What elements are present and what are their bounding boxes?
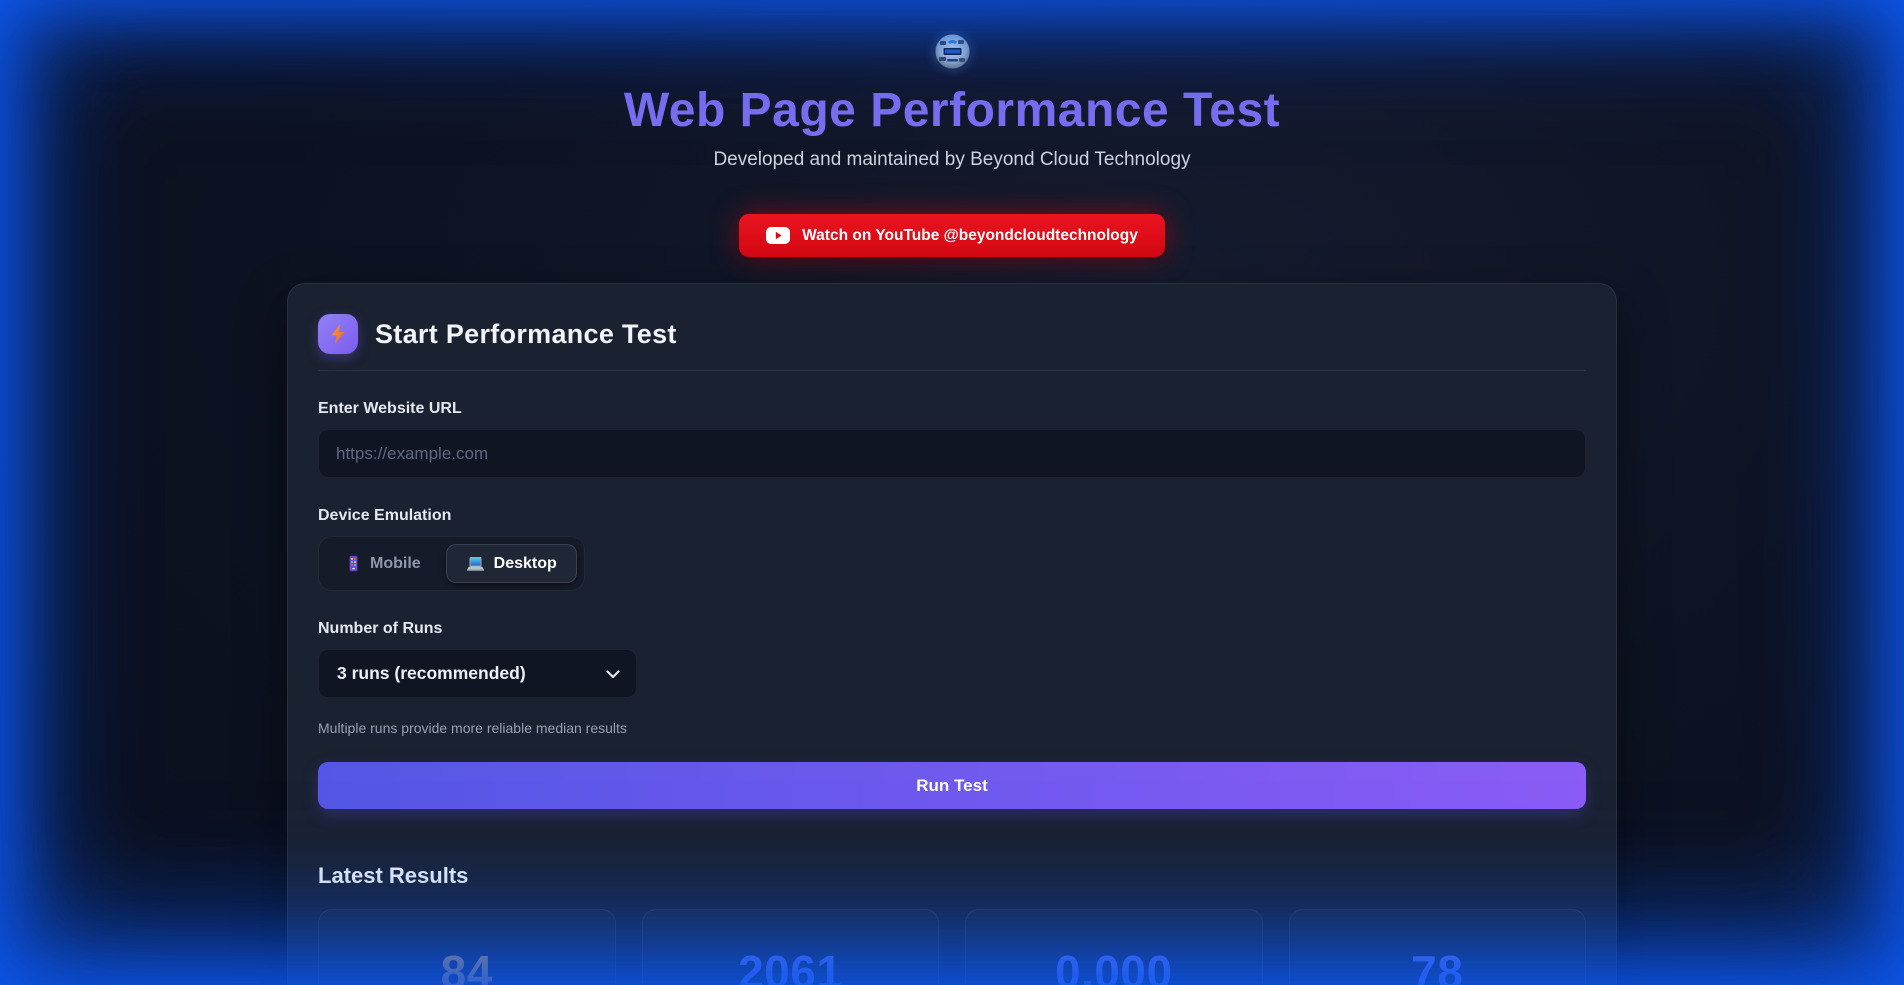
result-card: 2061 bbox=[642, 909, 940, 985]
device-option-mobile[interactable]: Mobile bbox=[326, 544, 441, 583]
runs-label: Number of Runs bbox=[318, 620, 1586, 638]
lightning-bolt-icon bbox=[318, 314, 358, 354]
result-value: 84 bbox=[319, 945, 615, 985]
chevron-down-icon bbox=[606, 663, 620, 684]
result-value: 2061 bbox=[643, 945, 939, 985]
laptop-icon bbox=[466, 556, 485, 572]
url-input[interactable] bbox=[318, 429, 1586, 478]
result-card: 78 bbox=[1289, 909, 1587, 985]
result-value: 78 bbox=[1290, 945, 1586, 985]
device-option-desktop[interactable]: Desktop bbox=[446, 544, 577, 583]
latest-results-heading: Latest Results bbox=[318, 863, 1586, 889]
device-option-label: Mobile bbox=[370, 555, 421, 573]
youtube-play-icon bbox=[766, 227, 790, 244]
page-content: Web Page Performance Test Developed and … bbox=[287, 0, 1617, 985]
results-grid: 84 2061 0.000 78 bbox=[318, 909, 1586, 985]
device-option-label: Desktop bbox=[494, 555, 557, 573]
result-card: 84 bbox=[318, 909, 616, 985]
site-logo-icon bbox=[934, 33, 971, 70]
youtube-button-label: Watch on YouTube @beyondcloudtechnology bbox=[802, 227, 1138, 245]
card-title: Start Performance Test bbox=[375, 319, 677, 350]
result-value: 0.000 bbox=[966, 945, 1262, 985]
page-subtitle: Developed and maintained by Beyond Cloud… bbox=[713, 149, 1190, 171]
mobile-phone-icon bbox=[346, 555, 361, 572]
header-divider bbox=[318, 370, 1586, 371]
card-header: Start Performance Test bbox=[318, 314, 1586, 354]
device-toggle-group: Mobile De bbox=[318, 536, 585, 591]
youtube-button[interactable]: Watch on YouTube @beyondcloudtechnology bbox=[739, 214, 1165, 257]
runs-select-value: 3 runs (recommended) bbox=[337, 663, 526, 684]
runs-select[interactable]: 3 runs (recommended) bbox=[318, 649, 637, 698]
device-emulation-label: Device Emulation bbox=[318, 507, 1586, 525]
result-card: 0.000 bbox=[965, 909, 1263, 985]
page-title: Web Page Performance Test bbox=[624, 83, 1280, 138]
url-label: Enter Website URL bbox=[318, 400, 1586, 418]
runs-help-text: Multiple runs provide more reliable medi… bbox=[318, 720, 1586, 736]
run-test-button[interactable]: Run Test bbox=[318, 762, 1586, 809]
performance-test-card: Start Performance Test Enter Website URL… bbox=[287, 283, 1617, 985]
